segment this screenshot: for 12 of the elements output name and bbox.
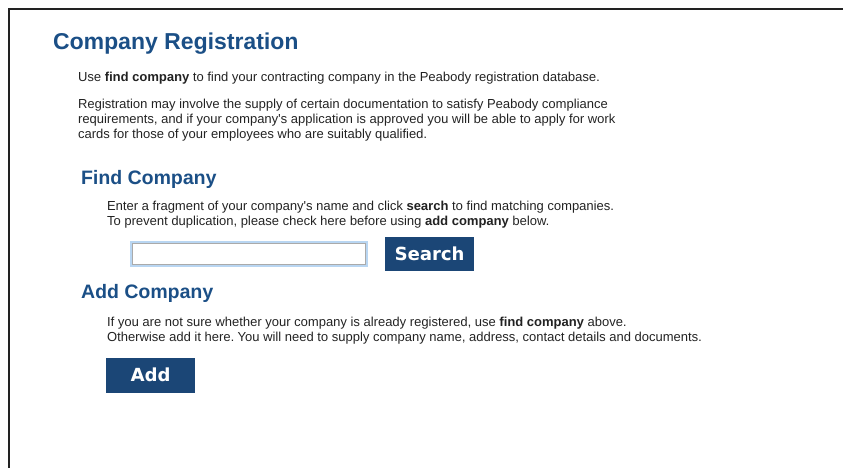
instruction-text: Otherwise add it here. You will need to supply company name, address, contact details and documents. [107,329,702,344]
add-button[interactable]: Add [106,358,195,393]
instruction-text: Enter a fragment of your company's name and click search to find matching companies. [107,198,614,213]
page-title: Company Registration [53,28,300,55]
section-heading: Add Company [81,281,214,304]
search-button[interactable]: Search [385,237,474,271]
section-heading: Find Company [81,167,218,190]
intro-paragraph: Use find company to find your contracting company in the Peabody registration database. [78,69,601,84]
search-field[interactable] [130,241,368,267]
intro-paragraph: Registration may involve the supply of certain documentation to satisfy Peabody compliance requirements, and if your company's application is approved you will be able to apply for work cards for those of your employees who are suitably qualified. [78,96,616,141]
instruction-text: If you are not sure whether your company is already registered, use find company above. [107,314,627,329]
instruction-text: To prevent duplication, please check here before using add company below. [107,213,550,228]
